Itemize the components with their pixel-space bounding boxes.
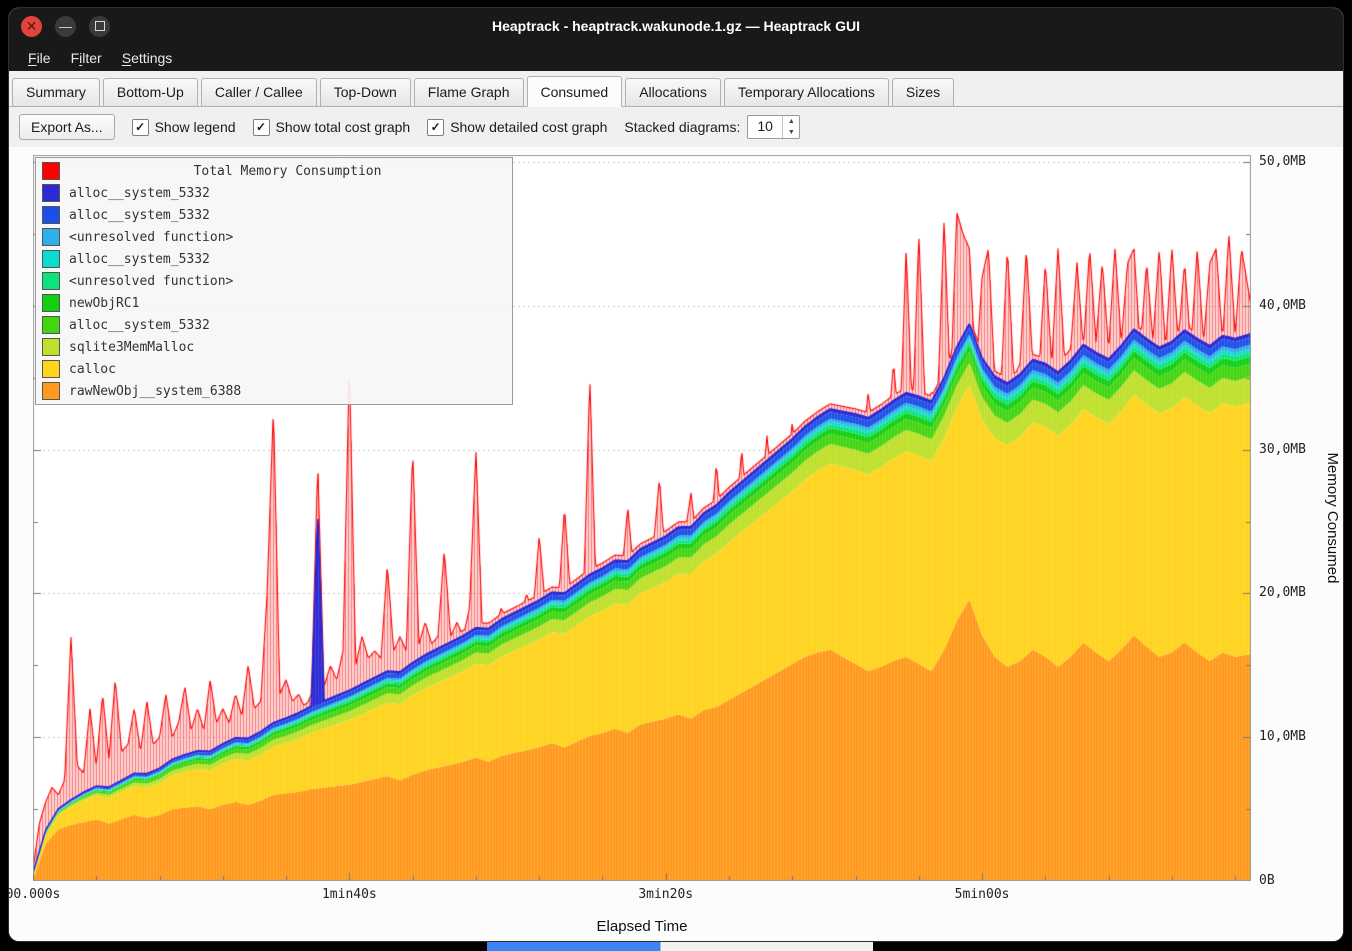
y-tick-label: 10,0MB bbox=[1259, 729, 1306, 744]
maximize-icon bbox=[95, 21, 105, 31]
chart-legend: Total Memory Consumption alloc__system_53… bbox=[35, 157, 513, 405]
legend-swatch bbox=[42, 228, 60, 246]
legend-row: calloc bbox=[39, 358, 509, 380]
x-tick-label: 1min40s bbox=[322, 887, 377, 902]
x-axis-title: Elapsed Time bbox=[33, 918, 1251, 935]
legend-row: Total Memory Consumption bbox=[39, 160, 509, 182]
legend-row: sqlite3MemMalloc bbox=[39, 336, 509, 358]
tab-flame-graph[interactable]: Flame Graph bbox=[414, 78, 524, 106]
x-tick-label: 00.000s bbox=[9, 887, 60, 902]
stacked-diagrams-label: Stacked diagrams: bbox=[624, 119, 740, 135]
legend-row: alloc__system_5332 bbox=[39, 204, 509, 226]
legend-row: <unresolved function> bbox=[39, 226, 509, 248]
maximize-button[interactable] bbox=[89, 16, 110, 37]
stacked-diagrams-spinbox[interactable]: 10 ▲ ▼ bbox=[747, 115, 800, 139]
spinbox-value: 10 bbox=[748, 116, 782, 138]
tab-top-down[interactable]: Top-Down bbox=[320, 78, 411, 106]
checkbox-box[interactable]: ✓ bbox=[427, 119, 444, 136]
close-icon: ✕ bbox=[26, 19, 38, 33]
tab-bottom-up[interactable]: Bottom-Up bbox=[103, 78, 198, 106]
minimize-icon: — bbox=[59, 20, 72, 33]
legend-swatch bbox=[42, 272, 60, 290]
heaptrack-window: Heaptrack - heaptrack.wakunode.1.gz — He… bbox=[9, 8, 1343, 941]
window-controls: ✕ — bbox=[21, 16, 110, 37]
y-tick-label: 30,0MB bbox=[1259, 442, 1306, 457]
y-tick-label: 40,0MB bbox=[1259, 298, 1306, 313]
tab-bar: Summary Bottom-Up Caller / Callee Top-Do… bbox=[9, 71, 1343, 107]
toolbar: Export As... ✓ Show legend ✓ Show total … bbox=[9, 107, 1343, 147]
legend-label: alloc__system_5332 bbox=[69, 252, 210, 267]
tab-consumed[interactable]: Consumed bbox=[527, 76, 623, 107]
legend-row: newObjRC1 bbox=[39, 292, 509, 314]
legend-swatch bbox=[42, 250, 60, 268]
tab-summary[interactable]: Summary bbox=[12, 78, 100, 106]
legend-swatch bbox=[42, 206, 60, 224]
show-total-cost-checkbox[interactable]: ✓ Show total cost graph bbox=[253, 119, 411, 136]
tab-caller-callee[interactable]: Caller / Callee bbox=[201, 78, 317, 106]
legend-swatch bbox=[42, 338, 60, 356]
menubar: File Filter Settings bbox=[9, 44, 1343, 71]
legend-row: alloc__system_5332 bbox=[39, 314, 509, 336]
window-title: Heaptrack - heaptrack.wakunode.1.gz — He… bbox=[9, 18, 1343, 34]
menu-settings[interactable]: Settings bbox=[113, 47, 182, 69]
legend-label: alloc__system_5332 bbox=[69, 318, 210, 333]
checkbox-label: Show total cost graph bbox=[276, 119, 411, 135]
checkbox-label: Show detailed cost graph bbox=[450, 119, 607, 135]
legend-row: <unresolved function> bbox=[39, 270, 509, 292]
legend-title: Total Memory Consumption bbox=[69, 164, 506, 179]
legend-row: alloc__system_5332 bbox=[39, 182, 509, 204]
tab-temporary-allocations[interactable]: Temporary Allocations bbox=[724, 78, 889, 106]
y-tick-label: 0B bbox=[1259, 873, 1275, 888]
legend-label: <unresolved function> bbox=[69, 230, 233, 245]
menu-file[interactable]: File bbox=[19, 47, 60, 69]
export-as-button[interactable]: Export As... bbox=[19, 114, 115, 140]
titlebar: Heaptrack - heaptrack.wakunode.1.gz — He… bbox=[9, 8, 1343, 44]
legend-label: <unresolved function> bbox=[69, 274, 233, 289]
tab-sizes[interactable]: Sizes bbox=[892, 78, 954, 106]
x-tick-label: 5min00s bbox=[955, 887, 1010, 902]
checkbox-box[interactable]: ✓ bbox=[132, 119, 149, 136]
legend-swatch bbox=[42, 360, 60, 378]
legend-swatch bbox=[42, 294, 60, 312]
chart-area: Total Memory Consumption alloc__system_53… bbox=[9, 147, 1343, 941]
spinbox-up-button[interactable]: ▲ bbox=[783, 116, 799, 127]
legend-row: alloc__system_5332 bbox=[39, 248, 509, 270]
x-tick-label: 3min20s bbox=[638, 887, 693, 902]
legend-label: rawNewObj__system_6388 bbox=[69, 384, 241, 399]
y-tick-label: 20,0MB bbox=[1259, 585, 1306, 600]
tab-allocations[interactable]: Allocations bbox=[625, 78, 721, 106]
legend-row: rawNewObj__system_6388 bbox=[39, 380, 509, 402]
legend-swatch bbox=[42, 184, 60, 202]
legend-label: alloc__system_5332 bbox=[69, 186, 210, 201]
legend-swatch bbox=[42, 162, 60, 180]
legend-swatch bbox=[42, 382, 60, 400]
legend-swatch bbox=[42, 316, 60, 334]
checkbox-box[interactable]: ✓ bbox=[253, 119, 270, 136]
show-detailed-cost-checkbox[interactable]: ✓ Show detailed cost graph bbox=[427, 119, 607, 136]
desktop-background: Heaptrack - heaptrack.wakunode.1.gz — He… bbox=[0, 0, 1352, 951]
checkbox-label: Show legend bbox=[155, 119, 236, 135]
legend-label: alloc__system_5332 bbox=[69, 208, 210, 223]
legend-label: sqlite3MemMalloc bbox=[69, 340, 194, 355]
show-legend-checkbox[interactable]: ✓ Show legend bbox=[132, 119, 236, 136]
y-tick-label: 50,0MB bbox=[1259, 154, 1306, 169]
y-axis-title: Memory Consumed bbox=[1324, 453, 1341, 584]
menu-filter[interactable]: Filter bbox=[62, 47, 111, 69]
close-button[interactable]: ✕ bbox=[21, 16, 42, 37]
legend-label: newObjRC1 bbox=[69, 296, 139, 311]
minimize-button[interactable]: — bbox=[55, 16, 76, 37]
legend-label: calloc bbox=[69, 362, 116, 377]
spinbox-down-button[interactable]: ▼ bbox=[783, 127, 799, 138]
